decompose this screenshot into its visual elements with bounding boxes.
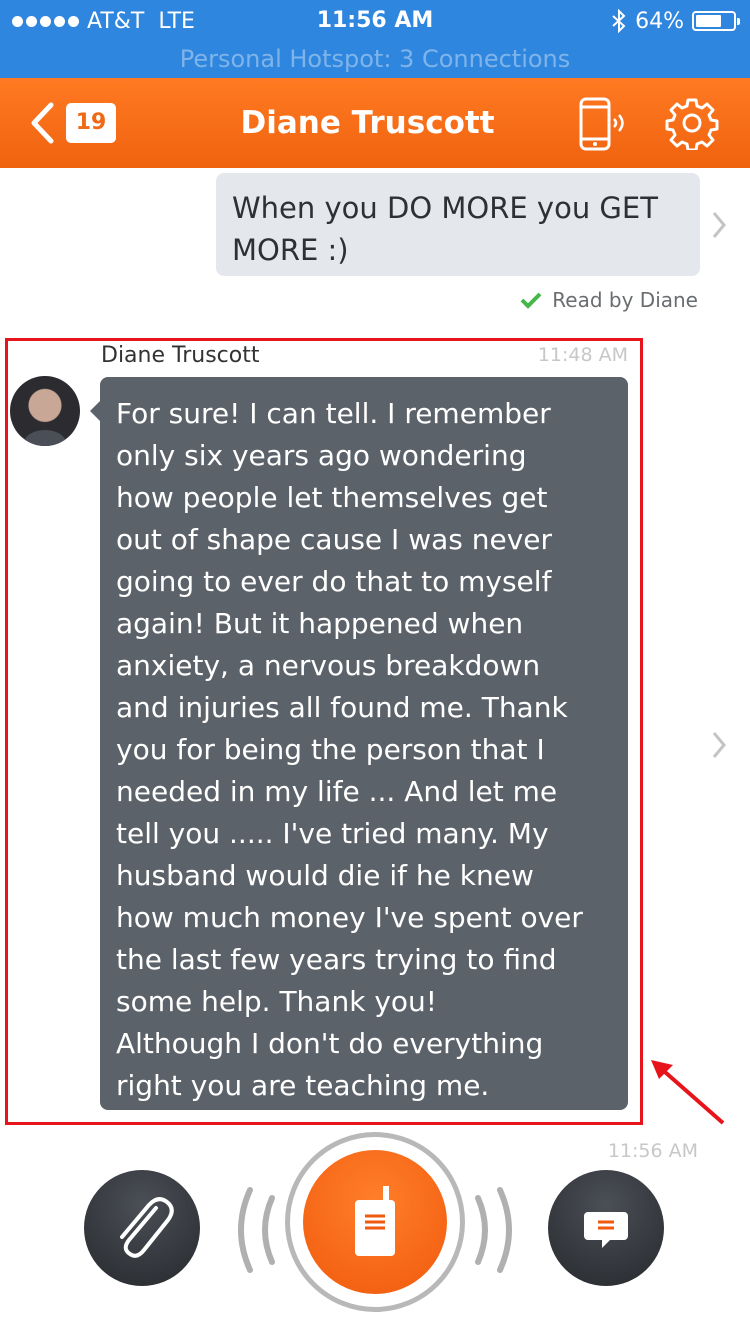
message-line: right you are teaching me. <box>116 1069 490 1102</box>
message-line: some help. Thank you! <box>116 985 437 1018</box>
sender-name: Diane Truscott <box>101 343 260 368</box>
text-message-button[interactable] <box>548 1170 664 1286</box>
battery-icon <box>692 11 740 31</box>
message-line: again! But it happened when <box>116 607 524 640</box>
message-timestamp: 11:48 AM <box>537 344 628 366</box>
sound-waves-left-icon <box>238 1187 275 1273</box>
message-line: tell you ..... I've tried many. My <box>116 817 549 850</box>
status-right: 64% <box>611 6 740 36</box>
sound-waves-right-icon <box>475 1187 512 1273</box>
message-line: anxiety, a nervous breakdown <box>116 649 541 682</box>
message-line: how people let themselves get <box>116 481 548 514</box>
hotspot-banner[interactable]: Personal Hotspot: 3 Connections <box>0 42 750 76</box>
read-receipt: Read by Diane <box>520 285 698 315</box>
battery-percent: 64% <box>635 8 684 34</box>
read-receipt-label: Read by Diane <box>552 288 698 312</box>
message-line: only six years ago wondering <box>116 439 527 472</box>
annotation-arrow-icon <box>651 1060 725 1125</box>
push-to-talk-button[interactable] <box>303 1150 447 1294</box>
walkie-phone-icon[interactable] <box>577 96 627 152</box>
paperclip-icon <box>120 1197 174 1258</box>
checkmark-icon <box>520 292 542 309</box>
incoming-message-bubble[interactable]: For sure! I can tell. I remember only si… <box>90 377 628 1110</box>
outgoing-message-bubble[interactable]: When you DO MORE you GET MORE :) <box>216 173 700 276</box>
text-message-icon <box>584 1212 628 1248</box>
message-line: the last few years trying to find <box>116 943 557 976</box>
message-line: Although I don't do everything <box>116 1027 544 1060</box>
message-line: For sure! I can tell. I remember <box>116 397 551 430</box>
chevron-right-icon[interactable] <box>711 730 727 760</box>
message-line: how much money I've spent over <box>116 901 583 934</box>
avatar[interactable] <box>10 376 80 446</box>
next-message-timestamp: 11:56 AM <box>607 1140 698 1162</box>
message-line: you for being the person that I <box>116 733 545 766</box>
gear-icon[interactable] <box>665 96 719 150</box>
bluetooth-icon <box>612 9 626 33</box>
message-line: and injuries all found me. Thank <box>116 691 568 724</box>
message-line: going to ever do that to myself <box>116 565 552 598</box>
message-line: husband would die if he knew <box>116 859 534 892</box>
chevron-right-icon[interactable] <box>711 210 727 240</box>
walkie-talkie-icon <box>355 1186 395 1256</box>
message-line: out of shape cause I was never <box>116 523 553 556</box>
attach-button[interactable] <box>84 1170 200 1286</box>
status-bar: AT&T LTE 11:56 AM 64% Personal Hotspot: … <box>0 0 750 78</box>
nav-bar: 19 Diane Truscott <box>0 78 750 168</box>
message-line: needed in my life ... And let me <box>116 775 558 808</box>
